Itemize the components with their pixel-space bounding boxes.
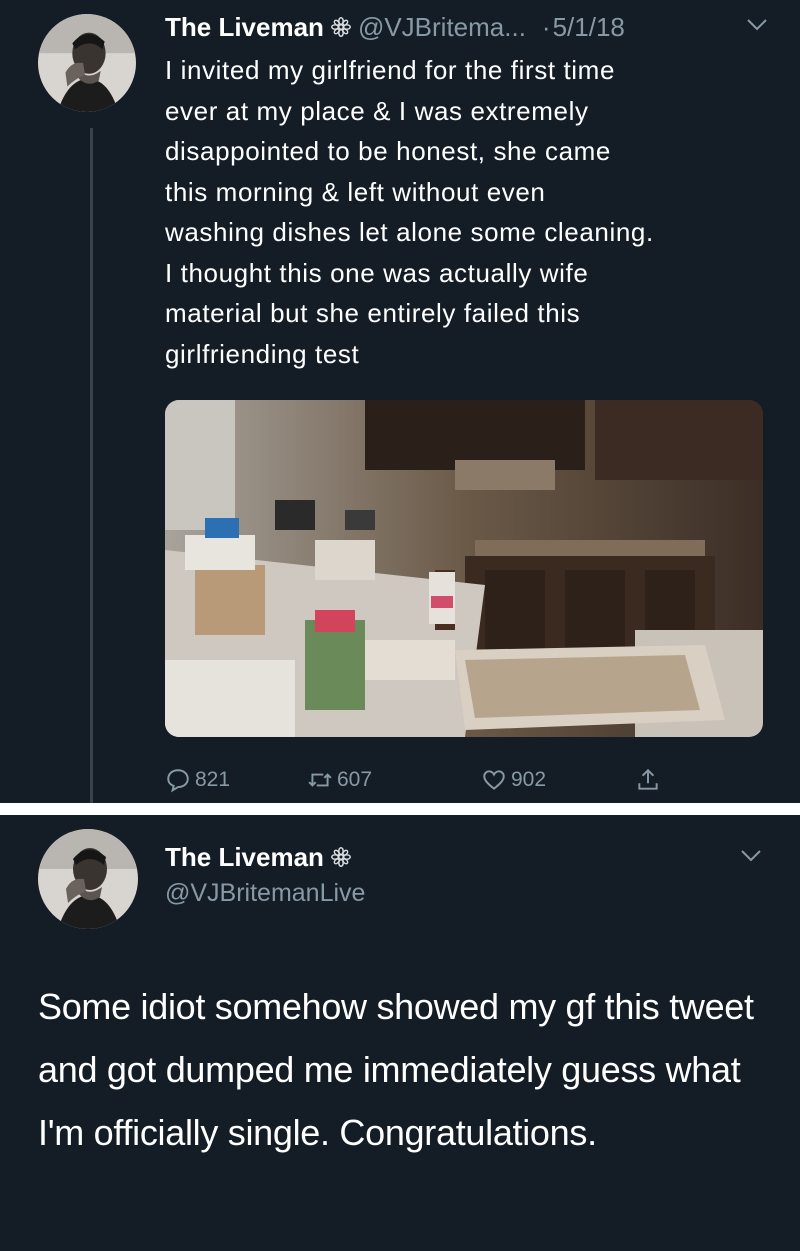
- display-name[interactable]: The Liveman: [165, 12, 324, 43]
- person-portrait-icon: [38, 829, 138, 929]
- reply-tweet-text: Some idiot somehow showed my gf this twe…: [38, 986, 754, 1153]
- separator-dot: ·: [541, 11, 551, 42]
- retweet-count: 607: [337, 768, 373, 791]
- reply-display-name-row: The Liveman: [165, 839, 358, 875]
- reply-count: 821: [195, 768, 231, 791]
- thread-connector-line: [90, 128, 93, 803]
- messy-kitchen-photo-icon: [165, 400, 763, 737]
- share-button[interactable]: [635, 760, 665, 800]
- flower-badge-icon: [330, 846, 352, 868]
- retweet-arrows-icon: [307, 767, 333, 793]
- display-name[interactable]: The Liveman: [165, 842, 324, 873]
- tweet-card: The Liveman @VJBritema... · 5/1/18 I inv…: [0, 0, 800, 803]
- person-portrait-icon: [38, 14, 136, 112]
- user-handle[interactable]: @VJBritema...: [358, 12, 526, 43]
- retweet-button[interactable]: 607: [307, 760, 372, 800]
- chevron-down-icon[interactable]: [740, 849, 762, 863]
- like-count: 902: [511, 768, 547, 791]
- share-upload-icon: [635, 767, 661, 793]
- tweet-date[interactable]: 5/1/18: [553, 12, 625, 43]
- reply-bubble-icon: [165, 767, 191, 793]
- reply-tweet-card: The Liveman @VJBritemanLive Some idiot s…: [0, 815, 800, 1251]
- avatar[interactable]: [38, 829, 138, 929]
- heart-icon: [481, 767, 507, 793]
- chevron-down-icon[interactable]: [746, 18, 768, 32]
- tweet-actions: 821 607 902: [165, 760, 725, 800]
- like-button[interactable]: 902: [481, 760, 546, 800]
- avatar[interactable]: [38, 14, 136, 112]
- flower-badge-icon: [330, 16, 352, 38]
- tweet-photo[interactable]: [165, 400, 763, 737]
- user-handle[interactable]: @VJBritemanLive: [165, 879, 365, 908]
- tweet-header: The Liveman @VJBritema... · 5/1/18: [165, 8, 625, 46]
- tweet-text: I invited my girlfriend for the first ti…: [165, 55, 654, 369]
- reply-button[interactable]: 821: [165, 760, 230, 800]
